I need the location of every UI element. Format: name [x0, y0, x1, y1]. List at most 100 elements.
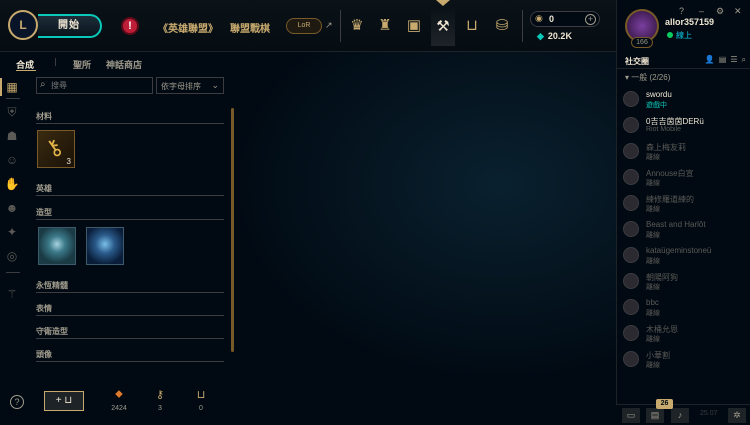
- notification-count: 26: [656, 399, 673, 409]
- tab-sanctum[interactable]: 聖所: [73, 58, 91, 71]
- chat-icon[interactable]: ▭: [622, 408, 640, 423]
- status-label: 線上: [676, 31, 692, 40]
- username[interactable]: allor357159: [665, 17, 714, 27]
- friend-list-item[interactable]: 木桶允恩 離線: [617, 323, 750, 347]
- sort-dropdown[interactable]: 依字母排序 ⌄: [156, 77, 224, 94]
- trophy-icon[interactable]: ♜: [373, 14, 397, 38]
- eternals-icon[interactable]: ⚚: [4, 286, 20, 302]
- settings-icon[interactable]: ⚙: [716, 6, 724, 17]
- friend-status: 離線: [646, 232, 660, 239]
- friend-list-item[interactable]: 練修羅道練的 離線: [617, 193, 750, 217]
- section-divider: [36, 361, 224, 362]
- chest-stat: ⊔ 0: [189, 388, 213, 412]
- skin-shard-tile[interactable]: [38, 227, 76, 265]
- face-icon[interactable]: ☻: [4, 200, 20, 216]
- friend-list-item[interactable]: kataügeminstoneü 離線: [617, 245, 750, 269]
- rp-value: 0: [549, 14, 555, 24]
- loot-icon[interactable]: ⚒: [431, 8, 455, 46]
- nav-divider: [340, 10, 341, 42]
- social-title: 社交圈: [625, 57, 649, 66]
- chest-value: 0: [199, 405, 203, 412]
- friend-status: 離線: [646, 258, 660, 265]
- background-glow: [230, 52, 616, 382]
- friend-name: bbc: [646, 298, 659, 307]
- friend-avatar: [623, 117, 639, 133]
- coins-icon[interactable]: ⛁: [490, 14, 514, 38]
- blue-essence-balance: ◆ 20.2K: [537, 31, 572, 42]
- friend-status: 離線: [646, 336, 660, 343]
- key-item-tile[interactable]: ⚷ 3: [37, 130, 75, 168]
- tab-mythic-shop[interactable]: 神話商店: [106, 58, 142, 71]
- minimize-icon[interactable]: –: [699, 6, 704, 16]
- bug-report-icon[interactable]: ✲: [728, 408, 746, 423]
- profile-icon[interactable]: ♛: [345, 14, 369, 38]
- all-items-icon[interactable]: ▦: [4, 79, 20, 95]
- online-status[interactable]: 線上: [667, 30, 692, 41]
- friend-status: 遊戲中: [646, 102, 667, 109]
- league-logo[interactable]: L: [8, 10, 38, 40]
- ward-icon[interactable]: ✦: [4, 224, 20, 240]
- friend-list-item[interactable]: Annouse白宣 離線: [617, 167, 750, 191]
- friend-list-item[interactable]: swordu 遊戲中: [617, 89, 750, 113]
- item-count: 3: [66, 157, 71, 166]
- key-fragment-value: 3: [158, 405, 162, 412]
- friend-avatar: [623, 273, 639, 289]
- emote-icon[interactable]: ☺: [4, 152, 20, 168]
- friend-list-item[interactable]: 0吉吉茵茵DERü Riot Mobile: [617, 115, 750, 139]
- chest-icon: ⊔: [196, 389, 206, 401]
- friend-status: 離線: [646, 284, 660, 291]
- friend-avatar: [623, 299, 639, 315]
- nav-link-league[interactable]: 《英雄聯盟》: [158, 20, 218, 35]
- store-icon[interactable]: ⊔: [460, 14, 484, 38]
- help-button[interactable]: ?: [10, 395, 24, 409]
- add-friend-icon[interactable]: 👤: [705, 55, 715, 64]
- collection-icon[interactable]: ▣: [402, 14, 426, 38]
- friend-status: 離線: [646, 362, 660, 369]
- social-panel: 社交圈 👤 ▤ ☰ ⌕ ▾ 一般 (2/26) swordu 遊戲中 0吉吉茵茵DERü R…: [616, 52, 750, 425]
- list-icon[interactable]: ☰: [730, 55, 737, 64]
- friend-list-item[interactable]: 朝陽阿狗 離線: [617, 271, 750, 295]
- friend-status: 離線: [646, 180, 660, 187]
- key-fragment-icon: ⚷: [155, 389, 165, 401]
- search-icon[interactable]: ⌕: [742, 55, 746, 64]
- friend-name: Beast and Harlôt: [646, 220, 706, 229]
- help-icon[interactable]: ?: [679, 6, 684, 16]
- search-input[interactable]: [51, 79, 151, 92]
- section-divider: [36, 292, 224, 293]
- nav-link-tft[interactable]: 聯盟戰棋: [230, 20, 270, 35]
- filter-divider: [6, 272, 20, 273]
- sort-label: 依字母排序: [161, 82, 201, 91]
- friend-list-item[interactable]: 小華割 離線: [617, 349, 750, 373]
- scrollbar[interactable]: [231, 108, 234, 352]
- close-icon[interactable]: ✕: [734, 6, 742, 17]
- section-champions: 英雄: [36, 184, 52, 193]
- key-fragment-stat: ⚷ 3: [148, 388, 172, 412]
- friend-list-item[interactable]: bbc 離線: [617, 297, 750, 321]
- alert-icon[interactable]: !: [121, 17, 139, 35]
- top-navigation: L 開始 ! 《英雄聯盟》 聯盟戰棋 LoR ↗ ♛ ♜ ▣ ⚒ ⊔ ⛁ ◉ 0…: [0, 0, 616, 52]
- buy-rp-button[interactable]: +: [585, 14, 596, 25]
- play-button[interactable]: 開始: [38, 14, 102, 38]
- microphone-icon[interactable]: ♪: [671, 408, 689, 423]
- portrait-icon[interactable]: ◎: [4, 248, 20, 264]
- helmet-icon[interactable]: ⛨: [4, 104, 20, 120]
- mask-icon[interactable]: ☗: [4, 128, 20, 144]
- notifications-icon[interactable]: ▤: [646, 408, 664, 423]
- rp-icon: ◉: [535, 13, 543, 23]
- hand-icon[interactable]: ✋: [4, 176, 20, 192]
- plus-icon: +: [55, 395, 62, 406]
- add-chest-button[interactable]: + ⊔: [44, 391, 84, 411]
- blue-essence-icon: ◆: [537, 31, 544, 41]
- section-divider: [36, 195, 224, 196]
- friend-avatar: [623, 221, 639, 237]
- friend-status: 離線: [646, 206, 660, 213]
- friend-list-item[interactable]: 森上梅友莉 離線: [617, 141, 750, 165]
- friend-list-item[interactable]: Beast and Harlôt 離線: [617, 219, 750, 243]
- lor-button[interactable]: LoR: [286, 18, 322, 34]
- skin-shard-tile[interactable]: [86, 227, 124, 265]
- friend-avatar: [623, 169, 639, 185]
- version-label: 25.07: [700, 410, 718, 417]
- friend-group-header[interactable]: ▾ 一般 (2/26): [625, 72, 670, 83]
- add-folder-icon[interactable]: ▤: [719, 55, 727, 64]
- profile-panel: 166 allor357159 線上 ? – ⚙ ✕: [616, 0, 750, 52]
